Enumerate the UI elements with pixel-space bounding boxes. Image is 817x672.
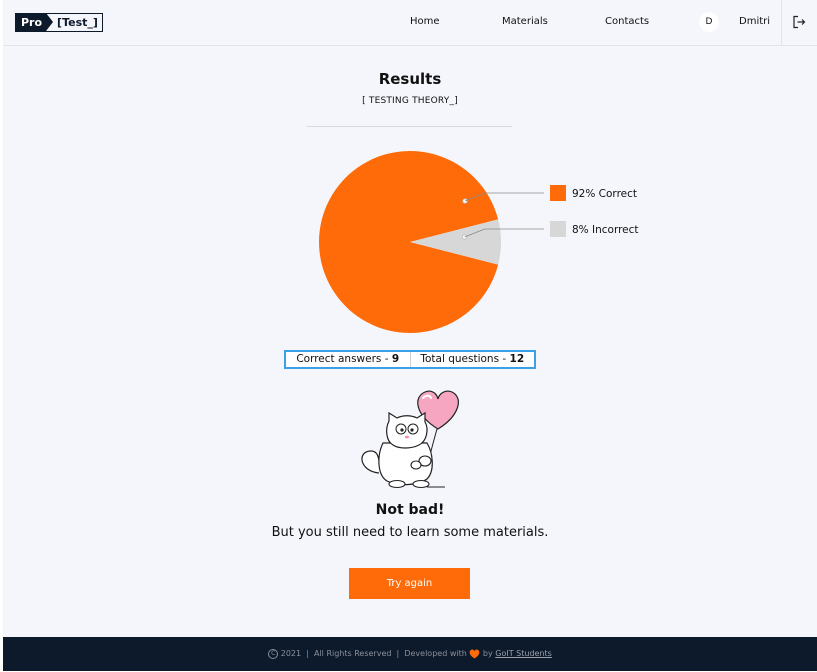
legend-swatch-incorrect bbox=[550, 221, 566, 237]
heart-icon bbox=[469, 649, 480, 659]
result-headline: Not bad! bbox=[375, 502, 445, 518]
nav-materials[interactable]: Materials bbox=[502, 16, 548, 27]
logo-pro: Pro bbox=[15, 13, 54, 32]
try-again-button[interactable]: Try again bbox=[349, 568, 470, 599]
footer-by: by bbox=[482, 649, 493, 658]
top-bar: Pro [Test_] Home Materials Contacts D Dm… bbox=[3, 0, 817, 46]
results-subtitle: [ TESTING THEORY_] bbox=[362, 96, 458, 106]
avatar[interactable]: D bbox=[699, 12, 719, 32]
legend-label-incorrect: 8% Incorrect bbox=[572, 224, 639, 236]
callout-dot-incorrect bbox=[461, 234, 468, 240]
cat-with-heart-balloon-illustration bbox=[361, 390, 459, 489]
footer-year: 2021 bbox=[280, 649, 302, 658]
nav-home[interactable]: Home bbox=[410, 16, 440, 27]
legend-label-correct: 92% Correct bbox=[572, 188, 637, 200]
title-divider bbox=[307, 126, 512, 127]
total-questions: Total questions - 12 bbox=[409, 352, 535, 367]
header-divider bbox=[781, 0, 782, 45]
footer: C 2021 | All Rights Reserved | Developed… bbox=[3, 637, 817, 671]
page: Pro [Test_] Home Materials Contacts D Dm… bbox=[3, 0, 817, 671]
footer-separator: | bbox=[303, 649, 312, 658]
logo[interactable]: Pro [Test_] bbox=[15, 13, 103, 32]
copyright-icon: C bbox=[268, 649, 279, 659]
legend-swatch-correct bbox=[550, 185, 566, 201]
results-title: Results bbox=[378, 70, 442, 88]
correct-answers: Correct answers - 9 bbox=[286, 352, 410, 367]
footer-rights: All Rights Reserved bbox=[313, 649, 392, 658]
correct-answers-value: 9 bbox=[391, 353, 400, 365]
logout-icon[interactable] bbox=[792, 15, 806, 29]
score-summary: Correct answers - 9 Total questions - 12 bbox=[284, 350, 536, 369]
total-questions-label: Total questions - bbox=[420, 353, 510, 365]
user-name: Dmitri bbox=[739, 16, 771, 27]
footer-team-link[interactable]: GoIT Students bbox=[495, 649, 552, 658]
results-pie-chart: 92% Correct 8% Incorrect bbox=[319, 151, 639, 333]
total-questions-value: 12 bbox=[509, 353, 525, 365]
logo-test: [Test_] bbox=[46, 13, 103, 32]
footer-separator: | bbox=[394, 649, 402, 658]
footer-developed: Developed with bbox=[404, 649, 467, 658]
correct-answers-label: Correct answers - bbox=[296, 353, 392, 365]
nav-contacts[interactable]: Contacts bbox=[605, 16, 649, 27]
result-message: But you still need to learn some materia… bbox=[271, 525, 549, 540]
